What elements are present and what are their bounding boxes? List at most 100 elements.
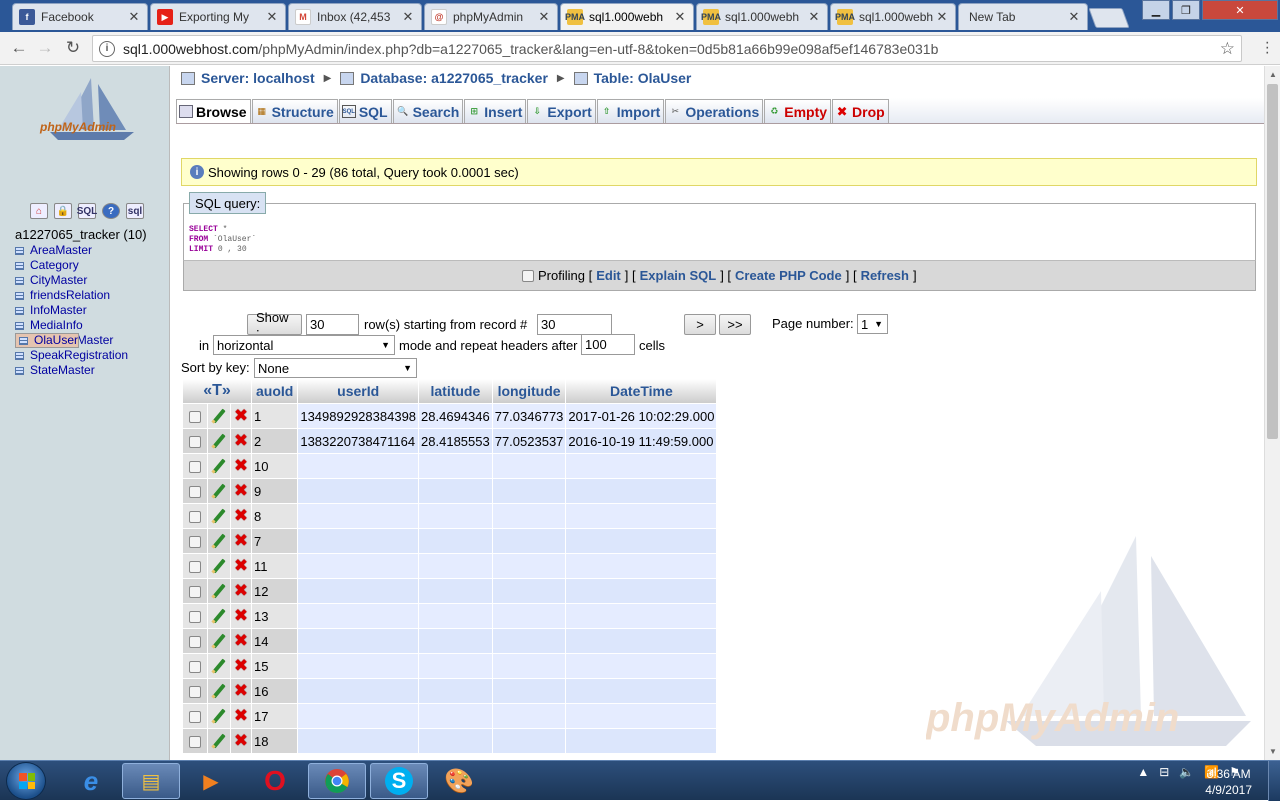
- column-toggle[interactable]: «T»: [183, 379, 251, 403]
- edit-pencil-icon[interactable]: [211, 708, 227, 724]
- column-header-datetime[interactable]: DateTime: [566, 379, 717, 403]
- tab-structure[interactable]: ▦ Structure: [251, 99, 338, 123]
- paint-icon[interactable]: 🎨: [430, 763, 488, 799]
- delete-icon[interactable]: ✖: [233, 457, 249, 474]
- row-checkbox[interactable]: [189, 611, 201, 624]
- usb-icon[interactable]: ⊟: [1159, 765, 1169, 779]
- phpmyadmin-logo[interactable]: phpMyAdmin: [36, 74, 146, 144]
- row-checkbox[interactable]: [189, 461, 201, 474]
- delete-icon[interactable]: ✖: [233, 607, 249, 624]
- profiling-checkbox[interactable]: [522, 269, 535, 282]
- row-checkbox[interactable]: [189, 661, 201, 674]
- page-scrollbar[interactable]: ▲ ▼: [1264, 66, 1280, 760]
- tab-insert[interactable]: ⊞ Insert: [464, 99, 527, 123]
- table-row[interactable]: ✖ 8: [183, 504, 717, 528]
- start-button[interactable]: [6, 762, 46, 800]
- file-explorer-icon[interactable]: ▤: [122, 763, 180, 799]
- row-checkbox[interactable]: [189, 636, 201, 649]
- row-checkbox[interactable]: [189, 561, 201, 574]
- row-checkbox[interactable]: [189, 686, 201, 699]
- row-checkbox[interactable]: [189, 711, 201, 724]
- close-tab-icon[interactable]: ✕: [537, 9, 551, 25]
- reload-button[interactable]: ↻: [62, 37, 84, 59]
- sidebar-table-areamaster[interactable]: AreaMaster: [15, 243, 160, 258]
- query-window-icon[interactable]: sql: [126, 203, 144, 219]
- delete-icon[interactable]: ✖: [233, 682, 249, 699]
- edit-pencil-icon[interactable]: [211, 408, 227, 424]
- explain-sql-link[interactable]: Explain SQL: [640, 268, 717, 283]
- next-page-button[interactable]: >: [684, 314, 716, 335]
- edit-pencil-icon[interactable]: [211, 533, 227, 549]
- delete-icon[interactable]: ✖: [233, 432, 249, 449]
- tab-browse[interactable]: Browse: [176, 99, 251, 123]
- sidebar-table-category[interactable]: Category: [15, 258, 160, 273]
- table-row[interactable]: ✖ 9: [183, 479, 717, 503]
- sidebar-table-speakregistration[interactable]: SpeakRegistration: [15, 348, 160, 363]
- database-title[interactable]: a1227065_tracker (10): [15, 227, 147, 242]
- home-icon[interactable]: ⌂: [30, 203, 48, 219]
- restore-button[interactable]: ❐: [1172, 0, 1200, 20]
- back-button[interactable]: ←: [8, 37, 30, 59]
- refresh-link[interactable]: Refresh: [861, 268, 909, 283]
- row-checkbox[interactable]: [189, 411, 201, 424]
- edit-pencil-icon[interactable]: [211, 633, 227, 649]
- browser-tab-sql1-active[interactable]: PMA sql1.000webh ✕: [560, 3, 694, 30]
- table-row[interactable]: ✖ 1 1349892928384398 28.4694346 77.0346773 20…: [183, 404, 717, 428]
- close-tab-icon[interactable]: ✕: [1067, 9, 1081, 25]
- sidebar-table-statemaster[interactable]: StateMaster: [15, 363, 160, 378]
- sort-by-key-select[interactable]: None ▼: [254, 358, 417, 378]
- scroll-up-icon[interactable]: ▲: [1269, 70, 1277, 79]
- repeat-headers-input[interactable]: 100: [581, 334, 635, 355]
- delete-icon[interactable]: ✖: [233, 532, 249, 549]
- edit-pencil-icon[interactable]: [211, 483, 227, 499]
- close-tab-icon[interactable]: ✕: [807, 9, 821, 25]
- column-header-userid[interactable]: userId: [298, 379, 419, 403]
- close-tab-icon[interactable]: ✕: [265, 9, 279, 25]
- tab-sql[interactable]: SQL SQL: [338, 99, 392, 123]
- edit-pencil-icon[interactable]: [211, 458, 227, 474]
- edit-pencil-icon[interactable]: [211, 658, 227, 674]
- table-row[interactable]: ✖ 18: [183, 729, 717, 753]
- column-header-longitude[interactable]: longitude: [492, 379, 566, 403]
- breadcrumb-table[interactable]: Table: OlaUser: [594, 70, 692, 86]
- table-row[interactable]: ✖ 10: [183, 454, 717, 478]
- internet-explorer-icon[interactable]: e: [62, 763, 120, 799]
- create-php-code-link[interactable]: Create PHP Code: [735, 268, 842, 283]
- delete-icon[interactable]: ✖: [233, 707, 249, 724]
- column-header-auoid[interactable]: auoId: [252, 379, 298, 403]
- delete-icon[interactable]: ✖: [233, 632, 249, 649]
- browser-tab-sql1-2[interactable]: PMA sql1.000webh ✕: [696, 3, 828, 30]
- delete-icon[interactable]: ✖: [233, 482, 249, 499]
- opera-icon[interactable]: O: [246, 763, 304, 799]
- close-window-button[interactable]: ✕: [1202, 0, 1278, 20]
- minimize-button[interactable]: ▁: [1142, 0, 1170, 20]
- delete-icon[interactable]: ✖: [233, 582, 249, 599]
- close-tab-icon[interactable]: ✕: [673, 9, 687, 25]
- row-checkbox[interactable]: [189, 511, 201, 524]
- lock-icon[interactable]: 🔒: [54, 203, 72, 219]
- tab-operations[interactable]: ✂ Operations: [665, 99, 764, 123]
- delete-icon[interactable]: ✖: [233, 507, 249, 524]
- column-header-latitude[interactable]: latitude: [419, 379, 492, 403]
- forward-button[interactable]: →: [34, 37, 56, 59]
- edit-pencil-icon[interactable]: [211, 683, 227, 699]
- close-tab-icon[interactable]: ✕: [127, 9, 141, 25]
- edit-pencil-icon[interactable]: [211, 583, 227, 599]
- scroll-down-icon[interactable]: ▼: [1269, 747, 1277, 756]
- show-button[interactable]: Show :: [247, 310, 302, 340]
- sidebar-table-citymaster[interactable]: CityMaster: [15, 273, 160, 288]
- sidebar-table-infomaster[interactable]: InfoMaster: [15, 303, 160, 318]
- tab-export[interactable]: ⇩ Export: [527, 99, 596, 123]
- browser-menu-icon[interactable]: · · ·: [1265, 35, 1270, 61]
- table-row[interactable]: ✖ 11: [183, 554, 717, 578]
- last-page-button[interactable]: >>: [719, 314, 751, 335]
- sql-icon[interactable]: SQL: [77, 203, 97, 219]
- site-info-icon[interactable]: i: [99, 40, 115, 57]
- delete-icon[interactable]: ✖: [233, 732, 249, 749]
- skype-icon[interactable]: S: [370, 763, 428, 799]
- scroll-thumb[interactable]: [1267, 84, 1278, 439]
- edit-pencil-icon[interactable]: [211, 558, 227, 574]
- close-tab-icon[interactable]: ✕: [935, 9, 949, 25]
- tab-search[interactable]: 🔍 Search: [392, 99, 464, 123]
- edit-pencil-icon[interactable]: [211, 433, 227, 449]
